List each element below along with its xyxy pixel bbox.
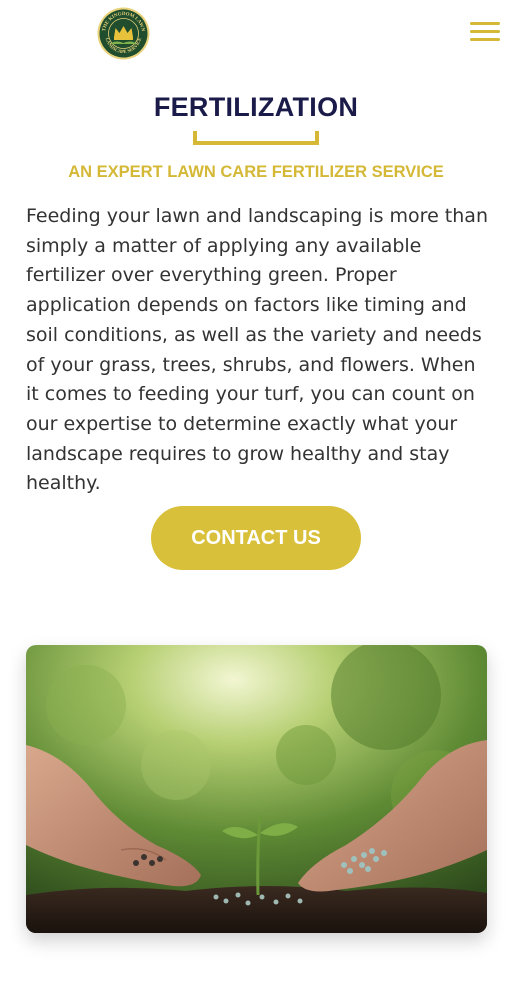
hands-seedling-fertilizer-image (26, 645, 487, 933)
page-title: FERTILIZATION (153, 92, 359, 122)
section-body-text: Feeding your lawn and landscaping is mor… (26, 205, 488, 495)
title-underline-divider (193, 131, 319, 145)
logo-emblem-icon: THE KINGDOM LAWN LANDSCAPE SERVICE (97, 7, 150, 60)
brand-logo[interactable]: THE KINGDOM LAWN LANDSCAPE SERVICE (97, 7, 150, 60)
contact-us-button[interactable]: CONTACT US (151, 506, 361, 570)
page: THE KINGDOM LAWN LANDSCAPE SERVICE FERTI… (0, 0, 512, 1000)
hamburger-menu-icon[interactable] (470, 22, 500, 46)
section-subtitle: AN EXPERT LAWN CARE FERTILIZER SERVICE (68, 163, 444, 181)
hero-image (26, 645, 487, 933)
